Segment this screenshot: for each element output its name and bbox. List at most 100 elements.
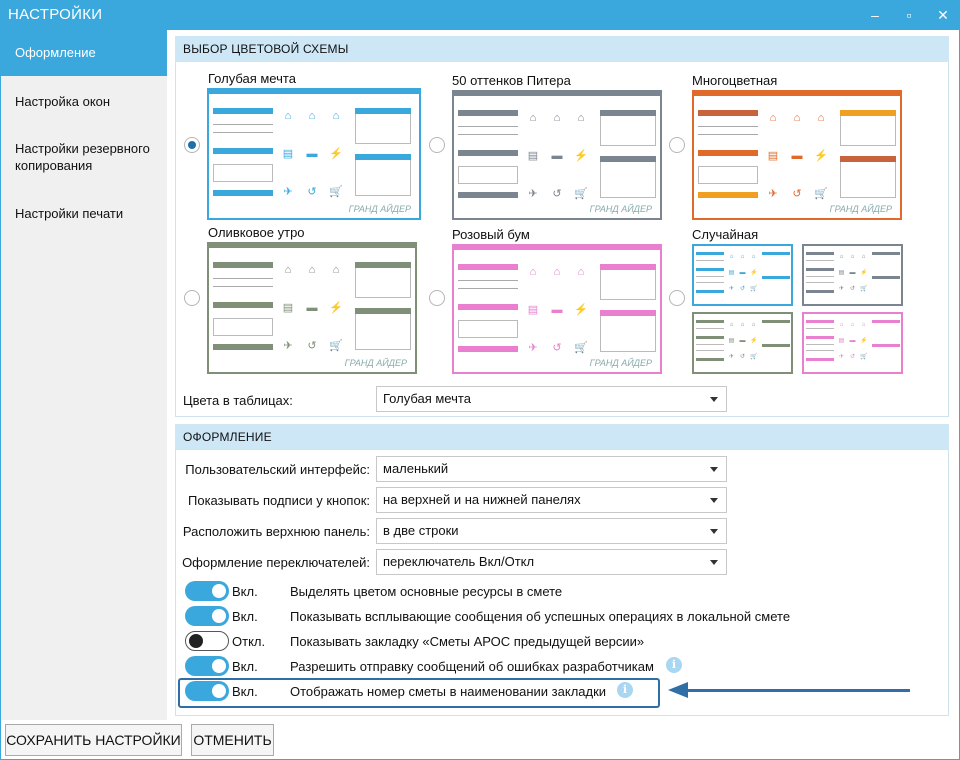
sidebar-item-backup[interactable]: Настройки резервного копирования [1, 140, 151, 174]
sidebar-item-label: Настройки резервного копирования [15, 141, 150, 173]
preview-icon: ⚡ [814, 150, 828, 162]
preview-top-strip [694, 92, 900, 96]
scheme-radio-pink[interactable] [429, 290, 445, 306]
sidebar-item-appearance[interactable]: Оформление [1, 30, 167, 76]
preview-bar [600, 110, 656, 116]
top-panel-select[interactable]: в две строки [376, 518, 727, 544]
preview-icon: ↺ [792, 188, 802, 200]
preview-line [213, 286, 273, 287]
scheme-preview-olive[interactable]: ⌂ ⌂ ⌂ ▤ ▬ ⚡ ✈ ↺ 🛒 ГРАНД АЙДЕР [207, 242, 417, 374]
preview-line [458, 126, 518, 127]
preview-bar [698, 192, 758, 198]
mini-bar [696, 268, 724, 271]
preview-bar [213, 108, 273, 114]
switch-style-value: переключатель Вкл/Откл [383, 554, 535, 569]
preview-icon: ↺ [552, 188, 562, 200]
button-captions-label: Показывать подписи у кнопок: [188, 493, 370, 508]
preview-bar [698, 110, 758, 116]
mini-line [806, 344, 834, 345]
preview-icon: ⌂ [553, 112, 561, 124]
preview-line [213, 132, 273, 133]
toggle-state-label: Вкл. [232, 659, 258, 674]
scheme-preview-gray[interactable]: ⌂ ⌂ ⌂ ▤ ▬ ⚡ ✈ ↺ 🛒 ГРАНД АЙДЕР [452, 90, 662, 220]
ui-size-select[interactable]: маленький [376, 456, 727, 482]
save-settings-button[interactable]: СОХРАНИТЬ НАСТРОЙКИ [5, 724, 182, 756]
preview-bar [355, 154, 411, 160]
preview-icon: ✈ [768, 188, 778, 200]
mini-bar [696, 252, 724, 255]
mini-line [696, 350, 724, 351]
sidebar-item-windows[interactable]: Настройка окон [1, 93, 167, 110]
toggle-success-popups[interactable] [185, 606, 229, 626]
preview-bar [840, 156, 896, 162]
mini-line [696, 328, 724, 329]
toggle-description: Выделять цветом основные ресурсы в смете [290, 584, 563, 599]
preview-icon: ↺ [307, 340, 317, 352]
preview-icon: ▤ [527, 304, 539, 316]
preview-box [355, 154, 411, 196]
toggle-aros-tab[interactable] [185, 631, 229, 651]
preview-line [213, 124, 273, 125]
button-captions-select[interactable]: на верхней и на нижней панелях [376, 487, 727, 513]
mini-icon: ⚡ [750, 270, 758, 276]
preview-icon: ▬ [551, 304, 563, 316]
mini-bar [696, 336, 724, 339]
preview-box [355, 308, 411, 350]
cancel-button[interactable]: ОТМЕНИТЬ [191, 724, 274, 756]
preview-box [840, 156, 896, 198]
preview-bar [458, 192, 518, 198]
scheme-preview-pink[interactable]: ⌂ ⌂ ⌂ ▤ ▬ ⚡ ✈ ↺ 🛒 ГРАНД АЙДЕР [452, 244, 662, 374]
preview-icon: ✈ [283, 186, 293, 198]
scheme-radio-olive[interactable] [184, 290, 200, 306]
mini-bar [806, 290, 834, 293]
preview-line [458, 134, 518, 135]
top-panel-label: Расположить верхнюю панель: [182, 524, 370, 539]
mini-icon: ⚡ [860, 338, 868, 344]
mini-line [806, 328, 834, 329]
preview-icon: ⌂ [577, 112, 585, 124]
scheme-radio-blue[interactable] [184, 137, 200, 153]
scheme-preview-blue[interactable]: ⌂ ⌂ ⌂ ▤ ▬ ⚡ ✈ ↺ 🛒 ГРАНД АЙДЕР [207, 88, 421, 220]
preview-icon: ▤ [767, 150, 779, 162]
mini-icon: 🛒 [750, 286, 758, 292]
preview-icon: ▬ [306, 302, 318, 314]
mini-bar [806, 268, 834, 271]
preview-icon: ⌂ [817, 112, 825, 124]
mini-icon: ⚡ [750, 338, 758, 344]
preview-bar [458, 264, 518, 270]
preview-bar [698, 150, 758, 156]
preview-bar [600, 156, 656, 162]
scheme-title-gray: 50 оттенков Питера [452, 73, 571, 88]
sidebar-item-print[interactable]: Настройки печати [1, 205, 167, 222]
toggle-knob [212, 584, 226, 598]
preview-icon: ⌂ [284, 264, 292, 276]
scheme-radio-multi[interactable] [669, 137, 685, 153]
preview-icon: ⌂ [284, 110, 292, 122]
preview-icon: ⌂ [308, 264, 316, 276]
preview-line [458, 288, 518, 289]
preview-bar [458, 150, 518, 156]
toggle-highlight-resources[interactable] [185, 581, 229, 601]
minimize-icon[interactable]: – [866, 6, 884, 24]
preview-bar [355, 308, 411, 314]
preview-bar [355, 262, 411, 268]
close-icon[interactable]: ✕ [934, 6, 952, 24]
preview-bar [458, 304, 518, 310]
annotation-arrow-icon [668, 682, 688, 698]
chevron-down-icon [710, 529, 718, 534]
scheme-radio-random[interactable] [669, 290, 685, 306]
maximize-icon[interactable]: ▫ [900, 6, 918, 24]
preview-bar [355, 108, 411, 114]
scheme-preview-multi[interactable]: ⌂ ⌂ ⌂ ▤ ▬ ⚡ ✈ ↺ 🛒 ГРАНД АЙДЕР [692, 90, 902, 220]
table-colors-select[interactable]: Голубая мечта [376, 386, 727, 412]
scheme-radio-gray[interactable] [429, 137, 445, 153]
mini-bar [806, 358, 834, 361]
preview-icon: ⌂ [332, 264, 340, 276]
mini-icon: ↺ [849, 354, 856, 360]
toggle-error-reports[interactable] [185, 656, 229, 676]
info-icon[interactable]: i [666, 657, 682, 673]
mini-icon: ↺ [739, 354, 746, 360]
switch-style-select[interactable]: переключатель Вкл/Откл [376, 549, 727, 575]
brand-logo: ГРАНД АЙДЕР [589, 358, 652, 368]
toggle-state-label: Вкл. [232, 584, 258, 599]
